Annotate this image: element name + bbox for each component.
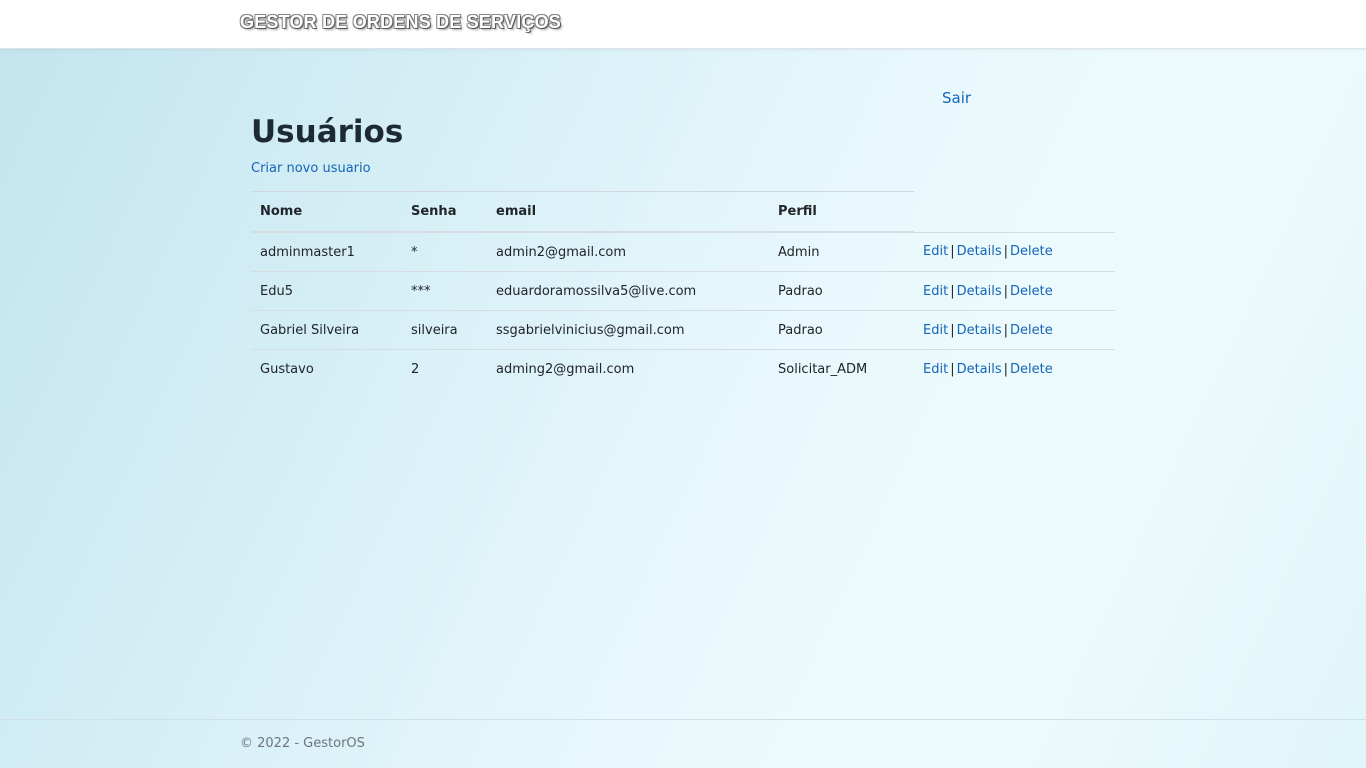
logout-link[interactable]: Sair (942, 89, 971, 107)
action-separator: | (1003, 361, 1009, 377)
users-table: Nome Senha email Perfil adminmaster1 * a… (251, 191, 1115, 388)
header-perfil: Perfil (769, 191, 914, 233)
top-navbar: GESTOR DE ORDENS DE SERVIÇOS (0, 0, 1366, 49)
action-separator: | (950, 283, 955, 299)
users-table-container: Nome Senha email Perfil adminmaster1 * a… (251, 191, 1115, 388)
table-header-row: Nome Senha email Perfil (251, 191, 1115, 233)
action-separator: | (950, 361, 955, 377)
table-row: Gustavo 2 adming2@gmail.com Solicitar_AD… (251, 350, 1115, 389)
cell-senha: *** (402, 271, 487, 311)
action-separator: | (1003, 283, 1009, 299)
delete-link[interactable]: Delete (1010, 362, 1053, 377)
action-separator: | (1003, 322, 1009, 338)
details-link[interactable]: Details (957, 362, 1002, 377)
cell-email: ssgabrielvinicius@gmail.com (487, 310, 769, 350)
cell-perfil: Padrao (769, 271, 914, 311)
footer-copyright: © 2022 - GestorOS (240, 736, 365, 751)
table-row: Edu5 *** eduardoramossilva5@live.com Pad… (251, 271, 1115, 311)
cell-nome: Gabriel Silveira (251, 310, 402, 350)
header-email: email (487, 191, 769, 233)
footer-divider (0, 719, 1366, 720)
action-separator: | (950, 244, 955, 260)
create-user-link[interactable]: Criar novo usuario (251, 161, 371, 176)
page-title: Usuários (251, 114, 404, 150)
row-actions: Edit | Details | Delete (914, 232, 1115, 272)
cell-email: adming2@gmail.com (496, 361, 635, 377)
row-actions: Edit | Details | Delete (914, 271, 1115, 311)
cell-nome: Gustavo (260, 361, 314, 377)
cell-nome: adminmaster1 (251, 232, 402, 272)
details-link[interactable]: Details (957, 244, 1002, 259)
cell-senha: * (402, 232, 487, 272)
brand-link[interactable]: GESTOR DE ORDENS DE SERVIÇOS (240, 12, 561, 33)
action-separator: | (950, 322, 955, 338)
header-nome: Nome (251, 191, 402, 233)
edit-link[interactable]: Edit (923, 244, 948, 259)
action-separator: | (1003, 244, 1009, 260)
table-row: Gabriel Silveira silveira ssgabrielvinic… (251, 310, 1115, 350)
header-senha: Senha (402, 191, 487, 233)
cell-perfil: Admin (769, 232, 914, 272)
cell-senha: silveira (402, 310, 487, 350)
header-actions (914, 191, 1115, 233)
cell-email: admin2@gmail.com (487, 232, 769, 272)
delete-link[interactable]: Delete (1010, 284, 1053, 299)
details-link[interactable]: Details (957, 323, 1002, 338)
details-link[interactable]: Details (957, 284, 1002, 299)
edit-link[interactable]: Edit (923, 362, 948, 377)
row-actions: Edit | Details | Delete (914, 350, 1115, 389)
delete-link[interactable]: Delete (1010, 244, 1053, 259)
table-row: adminmaster1 * admin2@gmail.com Admin Ed… (251, 232, 1115, 272)
edit-link[interactable]: Edit (923, 284, 948, 299)
cell-perfil: Padrao (769, 310, 914, 350)
edit-link[interactable]: Edit (923, 323, 948, 338)
cell-perfil: Solicitar_ADM (778, 361, 868, 377)
cell-nome: Edu5 (251, 271, 402, 311)
cell-email: eduardoramossilva5@live.com (487, 271, 769, 311)
delete-link[interactable]: Delete (1010, 323, 1053, 338)
row-actions: Edit | Details | Delete (914, 310, 1115, 350)
cell-senha: 2 (411, 361, 420, 377)
